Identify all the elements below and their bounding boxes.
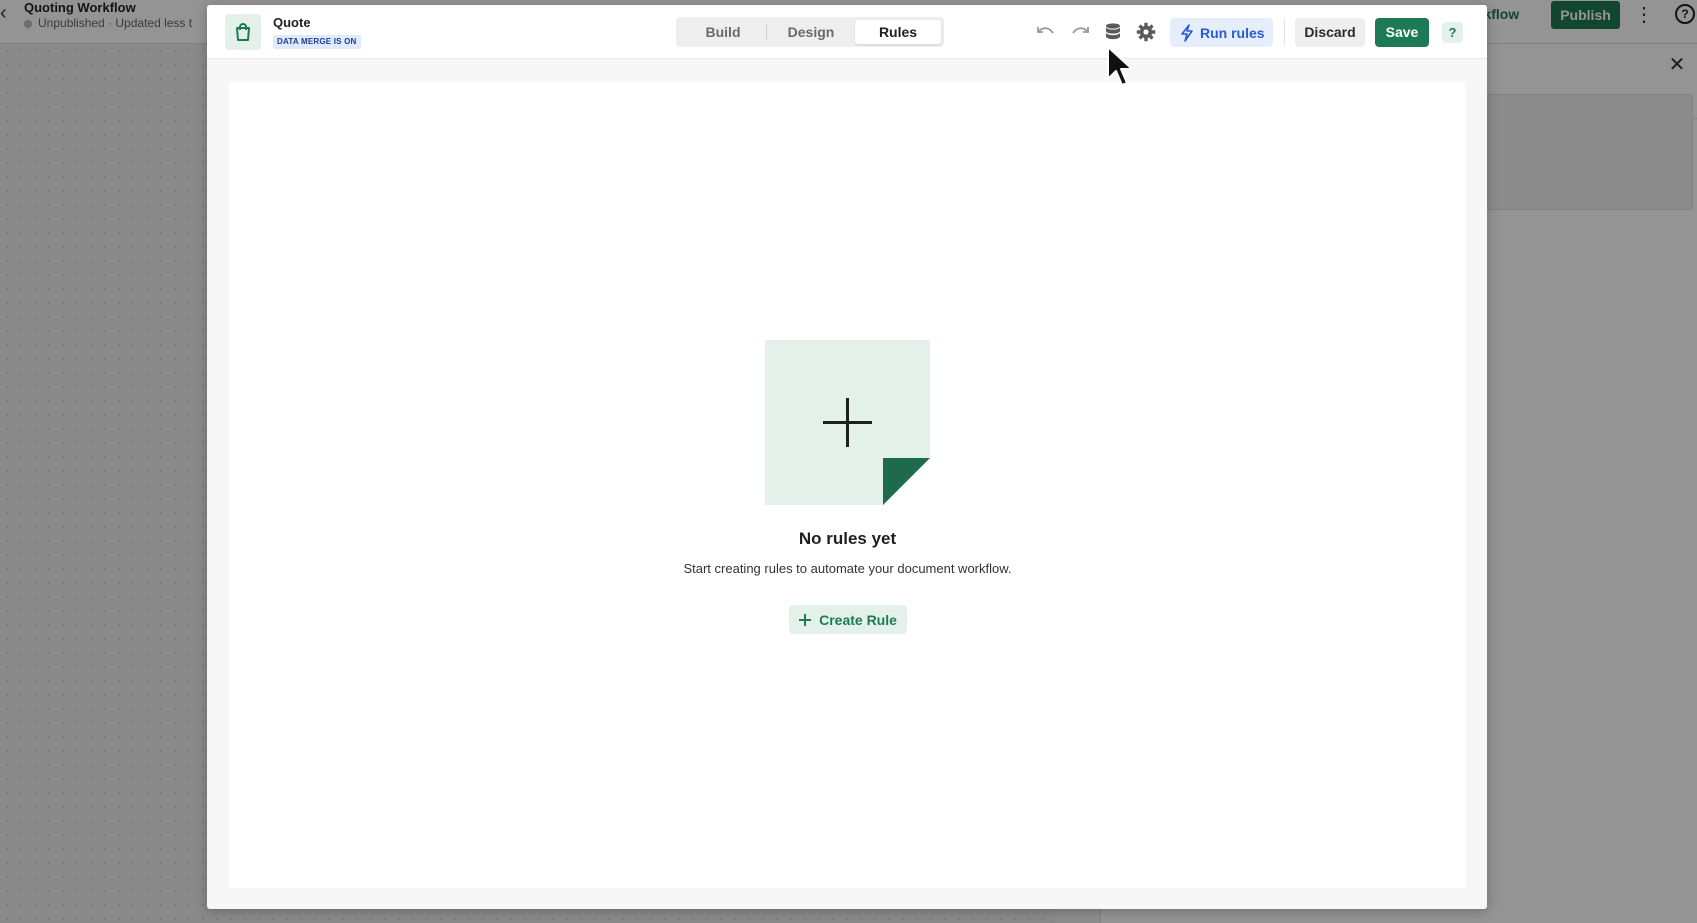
redo-icon[interactable] bbox=[1068, 20, 1092, 44]
tab-rules[interactable]: Rules bbox=[855, 20, 941, 44]
rules-editor-modal: Quote DATA MERGE IS ON Build Design Rule… bbox=[207, 5, 1487, 909]
discard-button[interactable]: Discard bbox=[1295, 18, 1365, 47]
undo-icon[interactable] bbox=[1034, 20, 1058, 44]
run-rules-button[interactable]: Run rules bbox=[1170, 18, 1273, 47]
more-options-icon[interactable]: ⋮ bbox=[1634, 2, 1654, 27]
status-dot-icon bbox=[24, 19, 32, 28]
tab-design[interactable]: Design bbox=[767, 20, 855, 44]
save-button[interactable]: Save bbox=[1375, 18, 1429, 47]
run-rules-label: Run rules bbox=[1200, 24, 1265, 41]
workflow-title: Quoting Workflow bbox=[24, 0, 136, 15]
create-rule-button[interactable]: Create Rule bbox=[789, 605, 907, 634]
workflow-status: Unpublished · Updated less t bbox=[24, 16, 192, 30]
tab-build[interactable]: Build bbox=[679, 20, 767, 44]
publish-button[interactable]: Publish bbox=[1551, 1, 1620, 29]
help-circle-icon[interactable]: ? bbox=[1675, 4, 1695, 24]
empty-rules-illustration bbox=[765, 340, 930, 505]
plus-icon bbox=[799, 613, 812, 626]
close-icon[interactable]: ✕ bbox=[1667, 52, 1687, 77]
editor-tabs: Build Design Rules bbox=[676, 17, 944, 47]
rules-content-area: No rules yet Start creating rules to aut… bbox=[229, 82, 1466, 888]
database-icon[interactable] bbox=[1101, 20, 1125, 44]
status-text: Unpublished bbox=[38, 16, 105, 30]
updated-text: Updated less t bbox=[115, 16, 193, 30]
create-rule-label: Create Rule bbox=[819, 611, 897, 628]
help-button[interactable]: ? bbox=[1442, 22, 1463, 43]
gear-icon[interactable] bbox=[1134, 20, 1158, 44]
shopping-bag-icon bbox=[225, 14, 261, 50]
empty-state-subtitle: Start creating rules to automate your do… bbox=[683, 561, 1012, 576]
document-title: Quote bbox=[273, 15, 311, 30]
toolbar-divider bbox=[1284, 19, 1285, 45]
empty-state-title: No rules yet bbox=[798, 529, 897, 548]
editor-toolbar: Quote DATA MERGE IS ON Build Design Rule… bbox=[207, 5, 1487, 59]
lightning-bolt-icon bbox=[1181, 23, 1193, 42]
data-merge-badge: DATA MERGE IS ON bbox=[273, 35, 361, 49]
back-chevron-icon[interactable]: ‹ bbox=[0, 2, 12, 25]
